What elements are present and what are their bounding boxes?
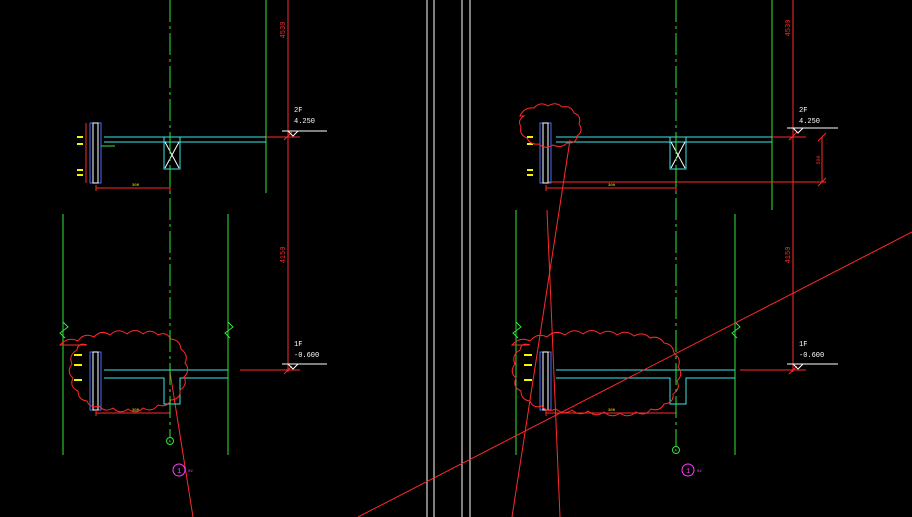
right-detail-ref: 02	[697, 470, 702, 474]
right-dim-lower: 4150	[785, 247, 793, 264]
right-column-lines	[512, 0, 773, 455]
view-divider	[426, 0, 471, 517]
left-level-2f-name: 2F	[294, 107, 302, 115]
left-upper-beam-dim: 300	[132, 184, 140, 188]
right-dim-upper: 4530	[785, 20, 793, 37]
right-lower-wall-labels	[524, 354, 532, 381]
right-upper-revision-cloud[interactable]	[519, 103, 582, 148]
right-detail-num: 1	[686, 468, 690, 476]
right-lower-beam-dim: 300	[608, 409, 616, 413]
right-diagonal-leader-lines	[357, 139, 912, 517]
left-upper-wall-labels	[77, 136, 83, 176]
left-dim-upper: 4530	[280, 22, 288, 39]
right-lower-revision-cloud[interactable]	[510, 330, 682, 417]
right-level-2f-marker	[787, 127, 838, 134]
right-upper-slab	[556, 136, 772, 170]
right-section-view[interactable]: 4530 4150 500 2F 4.250 1F -0.600 300 300…	[357, 0, 912, 517]
cad-drawing-canvas[interactable]: 4530 4150 2F 4.250 1F -0.600 300 300 A 1…	[0, 0, 912, 517]
left-upper-beam-cross	[164, 141, 180, 169]
left-section-view[interactable]: 4530 4150 2F 4.250 1F -0.600 300 300 A 1…	[58, 0, 327, 517]
right-dim-side: 500	[816, 155, 822, 164]
right-level-1f-name: 1F	[799, 341, 807, 349]
left-upper-slab	[104, 136, 266, 170]
left-lower-wall-detail	[89, 351, 171, 416]
left-upper-wall-detail	[85, 122, 171, 191]
right-dimension-line	[548, 0, 827, 375]
right-level-2f-name: 2F	[799, 107, 807, 115]
right-upper-beam-dim: 300	[608, 184, 616, 188]
left-level-1f-value: -0.600	[294, 352, 319, 360]
left-dimension-line	[106, 0, 300, 517]
left-dim-lower: 4150	[280, 247, 288, 264]
left-lower-wall-labels	[74, 354, 82, 381]
left-level-1f-marker	[282, 363, 327, 370]
right-upper-beam-cross	[670, 141, 686, 169]
right-lower-slab	[556, 369, 735, 405]
right-lower-wall-detail	[539, 351, 677, 416]
left-detail-num: 1	[177, 468, 181, 476]
left-level-1f-name: 1F	[294, 341, 302, 349]
left-level-2f-value: 4.250	[294, 118, 315, 126]
left-column-lines	[59, 0, 267, 455]
left-lower-slab	[104, 369, 228, 405]
right-level-1f-value: -0.600	[799, 352, 824, 360]
right-upper-wall-detail	[539, 122, 677, 191]
right-level-2f-value: 4.250	[799, 118, 820, 126]
left-revision-cloud[interactable]	[58, 330, 189, 413]
left-detail-ref: 02	[188, 470, 193, 474]
